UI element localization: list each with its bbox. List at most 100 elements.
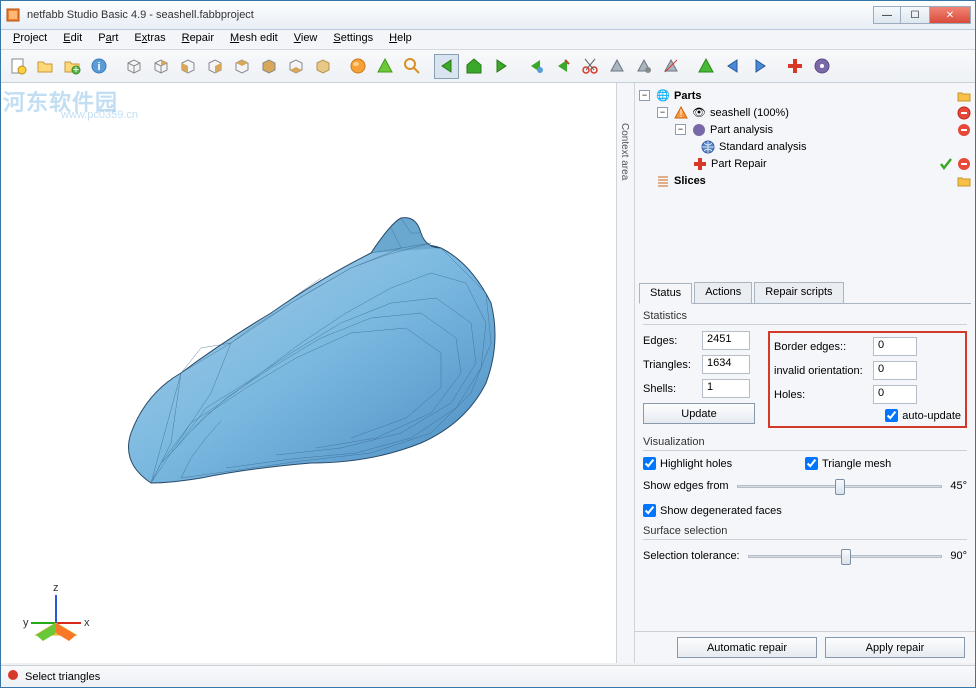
highlight-holes-checkbox[interactable] [643,457,656,470]
remove-icon[interactable] [957,123,971,137]
disc-icon[interactable] [809,54,834,79]
border-edges-value: 0 [873,337,917,356]
slices-icon [656,174,670,188]
tab-actions[interactable]: Actions [694,282,752,303]
tab-body: Statistics Edges:2451 Triangles:1634 She… [635,304,975,631]
menu-project[interactable]: Project [5,30,55,49]
blue-tri2-icon[interactable] [747,54,772,79]
warn-icon: ! [674,106,688,120]
repair-plus-icon[interactable] [782,54,807,79]
analysis-icon [692,123,706,137]
maximize-button[interactable]: ☐ [901,6,929,24]
shade-sphere-icon[interactable] [345,54,370,79]
zoom-icon[interactable] [399,54,424,79]
statistics-heading: Statistics [643,310,967,322]
surface-selection-heading: Surface selection [643,525,967,537]
folder-icon[interactable] [957,174,971,188]
collapse-icon[interactable]: − [639,90,650,101]
visualization-heading: Visualization [643,436,967,448]
tool-new-icon[interactable] [5,54,30,79]
automatic-repair-button[interactable]: Automatic repair [677,637,817,658]
menu-edit[interactable]: Edit [55,30,90,49]
nav-home-icon[interactable] [461,54,486,79]
view-iso1-icon[interactable] [121,54,146,79]
apply-repair-button[interactable]: Apply repair [825,637,965,658]
view-bottom-icon[interactable] [310,54,335,79]
app-icon [5,7,21,23]
shade-tri-icon[interactable] [372,54,397,79]
update-button[interactable]: Update [643,403,755,424]
sel-brush-icon[interactable] [550,54,575,79]
blue-tri1-icon[interactable] [720,54,745,79]
globe-icon [701,140,715,154]
degenerated-faces-checkbox[interactable] [643,504,656,517]
tool-info-icon[interactable]: i [86,54,111,79]
svg-text:!: ! [679,108,682,120]
triangle-mesh-checkbox[interactable] [805,457,818,470]
window-title: netfabb Studio Basic 4.9 - seashell.fabb… [27,9,873,21]
viewport-3d[interactable]: 河东软件园 www.pc0359.cn x y z [1,83,616,663]
menu-extras[interactable]: Extras [126,30,173,49]
cut-icon[interactable] [577,54,602,79]
menu-view[interactable]: View [286,30,326,49]
invalid-orientation-value: 0 [873,361,917,380]
tree-seashell[interactable]: − ! 👁 seashell (100%) [639,104,971,121]
holes-value: 0 [873,385,917,404]
tab-status[interactable]: Status [639,283,692,304]
green-tri-icon[interactable] [693,54,718,79]
folder-icon[interactable] [957,89,971,103]
tolerance-slider[interactable] [748,546,943,566]
collapse-icon[interactable]: − [675,124,686,135]
svg-text:i: i [97,61,100,73]
shells-value: 1 [702,379,750,398]
menu-meshedit[interactable]: Mesh edit [222,30,286,49]
tab-scripts[interactable]: Repair scripts [754,282,843,303]
tree-standard[interactable]: Standard analysis [639,138,971,155]
tree-slices[interactable]: Slices [639,172,971,189]
seashell-mesh [91,193,511,533]
view-back-icon[interactable] [202,54,227,79]
close-button[interactable]: ✕ [929,6,971,24]
tree-repair[interactable]: Part Repair [639,155,971,172]
tab-header: Status Actions Repair scripts [639,282,971,304]
edges-slider[interactable] [737,476,943,496]
svg-text:+: + [72,64,78,75]
menu-repair[interactable]: Repair [174,30,222,49]
remove-icon[interactable] [957,106,971,120]
watermark-url: www.pc0359.cn [61,109,138,121]
menu-bar: Project Edit Part Extras Repair Mesh edi… [1,30,975,50]
menu-settings[interactable]: Settings [325,30,381,49]
dim-tri3-icon[interactable] [658,54,683,79]
status-text: Select triangles [25,671,100,683]
parts-tree[interactable]: − 🌐 Parts − ! 👁 seashell (100%) − Part a… [635,83,975,278]
auto-update-checkbox[interactable] [885,409,898,422]
menu-help[interactable]: Help [381,30,420,49]
tree-analysis[interactable]: − Part analysis [639,121,971,138]
tool-folder-icon[interactable] [32,54,57,79]
remove-icon[interactable] [957,157,971,171]
minimize-button[interactable]: — [873,6,901,24]
check-icon[interactable] [939,157,953,171]
right-panel: − 🌐 Parts − ! 👁 seashell (100%) − Part a… [635,83,975,663]
view-left-icon[interactable] [229,54,254,79]
status-dot-icon [7,669,19,684]
svg-text:x: x [84,617,90,629]
tool-add-icon[interactable]: + [59,54,84,79]
nav-left-icon[interactable] [434,54,459,79]
svg-text:y: y [23,617,29,629]
dim-tri2-icon[interactable] [631,54,656,79]
tree-parts[interactable]: − 🌐 Parts [639,87,971,104]
edges-value: 2451 [702,331,750,350]
context-area-spine[interactable]: Context area [616,83,635,663]
view-top-icon[interactable] [283,54,308,79]
dim-tri1-icon[interactable] [604,54,629,79]
collapse-icon[interactable]: − [657,107,668,118]
menu-part[interactable]: Part [90,30,126,49]
sel-add-icon[interactable] [523,54,548,79]
view-right-icon[interactable] [256,54,281,79]
view-iso2-icon[interactable] [148,54,173,79]
view-front-icon[interactable] [175,54,200,79]
toolbar: + i [1,50,975,83]
error-stats-box: Border edges::0 invalid orientation:0 Ho… [768,331,967,428]
nav-right-icon[interactable] [488,54,513,79]
